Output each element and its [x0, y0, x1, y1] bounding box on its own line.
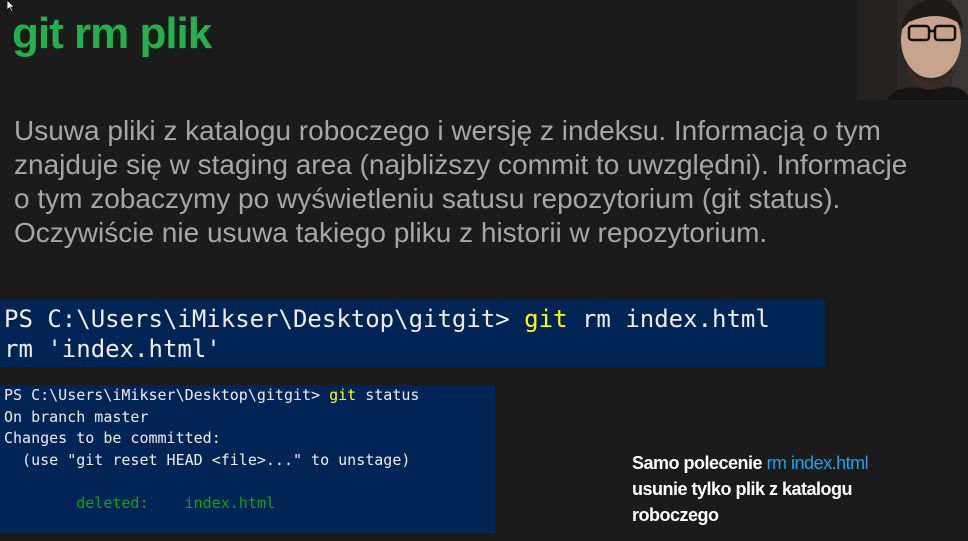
- terminal-output-line: (use "git reset HEAD <file>..." to unsta…: [4, 450, 411, 469]
- powershell-terminal-small: PS C:\Users\iMikser\Desktop\gitgit> git …: [0, 385, 495, 533]
- terminal-args: status: [356, 386, 420, 404]
- note-prefix: Samo polecenie: [632, 453, 767, 473]
- note-line: Samo polecenie rm index.html: [632, 450, 922, 476]
- slide-title: git rm plik: [12, 9, 212, 58]
- description-line: Oczywiście nie usuwa takiego pliku z his…: [14, 217, 768, 248]
- webcam-presenter: [857, 0, 968, 100]
- note-command: rm index.html: [766, 453, 869, 473]
- note-line: usunie tylko plik z katalogu: [632, 479, 853, 499]
- description-line: znajduje się w staging area (najbliższy …: [14, 149, 908, 180]
- terminal-prompt: PS C:\Users\iMikser\Desktop\gitgit>: [4, 386, 330, 404]
- terminal-args: rm index.html: [567, 305, 770, 333]
- powershell-terminal-large: PS C:\Users\iMikser\Desktop\gitgit> git …: [0, 300, 825, 367]
- terminal-deleted-line: deleted: index.html: [4, 493, 275, 512]
- terminal-command: git: [524, 305, 568, 333]
- terminal-prompt: PS C:\Users\iMikser\Desktop\gitgit>: [4, 305, 525, 333]
- slide-note: Samo polecenie rm index.html usunie tylk…: [632, 450, 922, 528]
- presentation-slide: git rm plik Usuwa pliki z katalogu roboc…: [0, 0, 968, 541]
- terminal-output-line: On branch master: [4, 407, 149, 426]
- terminal-command: git: [329, 386, 357, 404]
- slide-description: Usuwa pliki z katalogu roboczego i wersj…: [14, 114, 968, 250]
- terminal-command-line: PS C:\Users\iMikser\Desktop\gitgit> git …: [0, 304, 825, 334]
- description-line: Usuwa pliki z katalogu roboczego i wersj…: [14, 115, 881, 146]
- description-line: o tym zobaczymy po wyświetleniu satusu r…: [14, 183, 841, 214]
- terminal-command-line: PS C:\Users\iMikser\Desktop\gitgit> git …: [0, 385, 495, 407]
- terminal-output-line: rm 'index.html': [4, 335, 221, 363]
- terminal-output-line: Changes to be committed:: [4, 429, 221, 447]
- note-line: roboczego: [632, 505, 719, 525]
- presenter-image: [857, 0, 968, 100]
